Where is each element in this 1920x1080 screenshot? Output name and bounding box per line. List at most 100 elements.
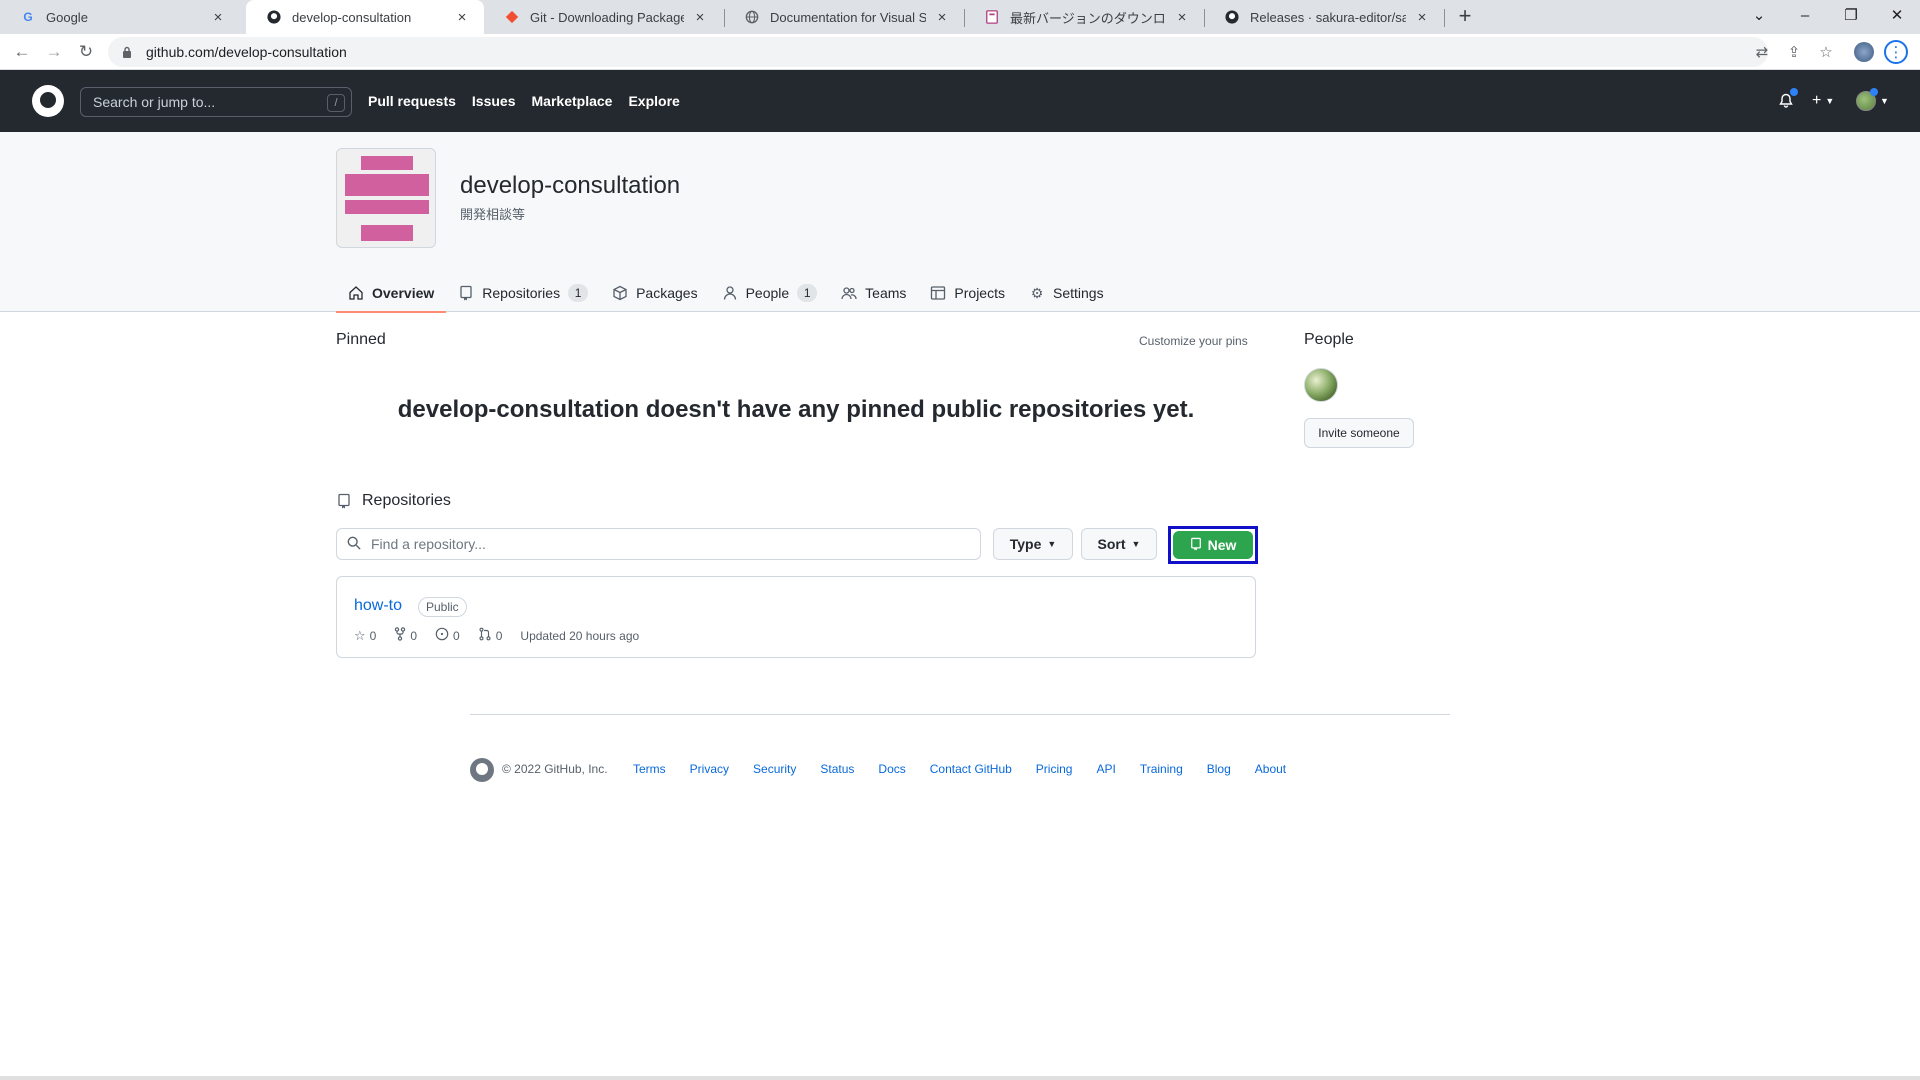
window-close-icon[interactable]: ✕	[1874, 0, 1920, 30]
minimize-icon[interactable]: –	[1782, 0, 1828, 30]
customize-pins-link[interactable]: Customize your pins	[1139, 334, 1248, 348]
close-icon[interactable]: ×	[454, 9, 470, 26]
tab-label: Teams	[865, 285, 907, 301]
forks-value: 0	[410, 628, 418, 643]
browser-tab-google[interactable]: G Google ×	[0, 0, 240, 34]
repo-icon	[1190, 537, 1202, 554]
people-icon	[841, 285, 857, 301]
tab-teams[interactable]: Teams	[829, 274, 918, 312]
close-icon[interactable]: ×	[1414, 9, 1430, 26]
org-header: develop-consultation 開発相談等 Overview Repo…	[0, 132, 1920, 313]
share-icon[interactable]: ⇪	[1782, 40, 1806, 64]
github-logo-icon[interactable]	[32, 85, 64, 117]
tab-title: 最新バージョンのダウンロード	[1010, 10, 1166, 26]
footer-link-docs[interactable]: Docs	[878, 762, 905, 776]
updated-time: Updated 20 hours ago	[520, 628, 640, 643]
star-icon: ☆	[354, 627, 366, 643]
pinned-heading: Pinned	[336, 331, 386, 348]
stars-count[interactable]: ☆ 0	[354, 628, 376, 644]
kebab-menu-icon[interactable]: ⋮	[1884, 40, 1908, 64]
footer-link-training[interactable]: Training	[1140, 762, 1183, 776]
footer-link-about[interactable]: About	[1255, 762, 1286, 776]
pulls-count[interactable]: 0	[478, 627, 503, 644]
new-repository-label: New	[1207, 537, 1237, 553]
tab-repositories[interactable]: Repositories 1	[446, 274, 600, 312]
gear-icon: ⚙	[1030, 284, 1044, 301]
browser-tab-develop-consultation[interactable]: develop-consultation ×	[246, 0, 484, 34]
reload-icon[interactable]: ↻	[74, 40, 98, 64]
tab-title: develop-consultation	[292, 9, 412, 25]
forks-count[interactable]: 0	[394, 627, 417, 644]
footer-link-security[interactable]: Security	[753, 762, 796, 776]
repositories-heading-label: Repositories	[362, 492, 451, 509]
repo-icon	[336, 493, 352, 509]
close-icon[interactable]: ×	[210, 9, 226, 26]
footer-link-contact[interactable]: Contact GitHub	[930, 762, 1012, 776]
back-arrow-icon[interactable]: ←	[10, 40, 34, 64]
slash-shortcut-badge: /	[327, 94, 345, 112]
github-mark-icon[interactable]	[470, 758, 494, 782]
address-bar[interactable]: github.com/develop-consultation	[108, 37, 1768, 67]
close-icon[interactable]: ×	[934, 9, 950, 26]
nav-pull-requests[interactable]: Pull requests	[368, 93, 456, 109]
type-filter-button[interactable]: Type ▼	[993, 528, 1073, 560]
nav-marketplace[interactable]: Marketplace	[532, 93, 613, 109]
footer-link-privacy[interactable]: Privacy	[690, 762, 729, 776]
tab-packages[interactable]: Packages	[600, 274, 709, 312]
translate-icon[interactable]: ⇄	[1750, 40, 1774, 64]
tab-projects[interactable]: Projects	[918, 274, 1017, 312]
footer-link-blog[interactable]: Blog	[1207, 762, 1231, 776]
invite-someone-button[interactable]: Invite someone	[1304, 418, 1414, 448]
nav-issues[interactable]: Issues	[472, 93, 516, 109]
github-favicon-icon	[1224, 9, 1240, 25]
repository-list-item: how-to Public ☆ 0 0 0 0 Updated 20 hours …	[336, 576, 1256, 658]
people-counter: 1	[797, 284, 818, 302]
caret-down-icon: ▼	[1047, 539, 1057, 549]
org-nav-tabs: Overview Repositories 1 Packages People …	[336, 274, 1116, 313]
avatar-block	[345, 174, 429, 196]
issues-value: 0	[453, 628, 460, 643]
new-tab-plus-icon[interactable]: +	[1453, 3, 1477, 28]
nav-explore[interactable]: Explore	[628, 93, 679, 109]
footer-link-status[interactable]: Status	[820, 762, 854, 776]
issues-count[interactable]: 0	[435, 627, 460, 644]
tab-label: Projects	[954, 285, 1005, 301]
people-heading: People	[1304, 331, 1354, 348]
sort-label: Sort	[1097, 536, 1126, 552]
close-icon[interactable]: ×	[692, 9, 708, 26]
org-name: develop-consultation	[460, 172, 681, 199]
tab-overview[interactable]: Overview	[336, 274, 447, 313]
org-avatar	[336, 148, 436, 248]
avatar-block	[361, 156, 413, 170]
footer-link-pricing[interactable]: Pricing	[1036, 762, 1073, 776]
new-repository-button[interactable]: New	[1173, 531, 1253, 559]
tab-people[interactable]: People 1	[710, 274, 830, 312]
sort-button[interactable]: Sort ▼	[1081, 528, 1157, 560]
bookmark-star-icon[interactable]: ☆	[1814, 40, 1838, 64]
footer-link-terms[interactable]: Terms	[633, 762, 666, 776]
create-new-plus-icon[interactable]: + ▼	[1812, 89, 1834, 113]
tab-settings[interactable]: ⚙ Settings	[1017, 274, 1116, 312]
browser-tab-vs-docs[interactable]: Documentation for Visual Studio ×	[724, 0, 964, 34]
repository-name-link[interactable]: how-to	[354, 597, 402, 615]
type-filter-label: Type	[1009, 536, 1042, 552]
avatar-block	[361, 225, 413, 241]
pulls-value: 0	[495, 628, 503, 643]
browser-tab-sakura-download[interactable]: 最新バージョンのダウンロード ×	[964, 0, 1204, 34]
browser-tab-git[interactable]: Git - Downloading Package ×	[484, 0, 722, 34]
tab-label: Repositories	[482, 285, 561, 301]
google-favicon-icon: G	[23, 10, 33, 24]
close-icon[interactable]: ×	[1174, 9, 1190, 26]
caret-down-icon: ▼	[1131, 539, 1141, 549]
restore-icon[interactable]: ❐	[1828, 0, 1874, 30]
tab-search-chevron-icon[interactable]: ⌄	[1736, 0, 1782, 30]
browser-tab-sakura-releases[interactable]: Releases · sakura-editor/sakura ×	[1204, 0, 1444, 34]
caret-down-icon: ▼	[1880, 96, 1889, 106]
find-repository-input[interactable]: Find a repository...	[336, 528, 981, 560]
footer-divider	[470, 714, 1450, 715]
forward-arrow-icon[interactable]: →	[42, 40, 66, 64]
member-avatar[interactable]	[1304, 368, 1338, 402]
search-input[interactable]: Search or jump to... /	[80, 87, 352, 117]
footer-link-api[interactable]: API	[1096, 762, 1115, 776]
profile-avatar-icon[interactable]	[1852, 40, 1876, 64]
